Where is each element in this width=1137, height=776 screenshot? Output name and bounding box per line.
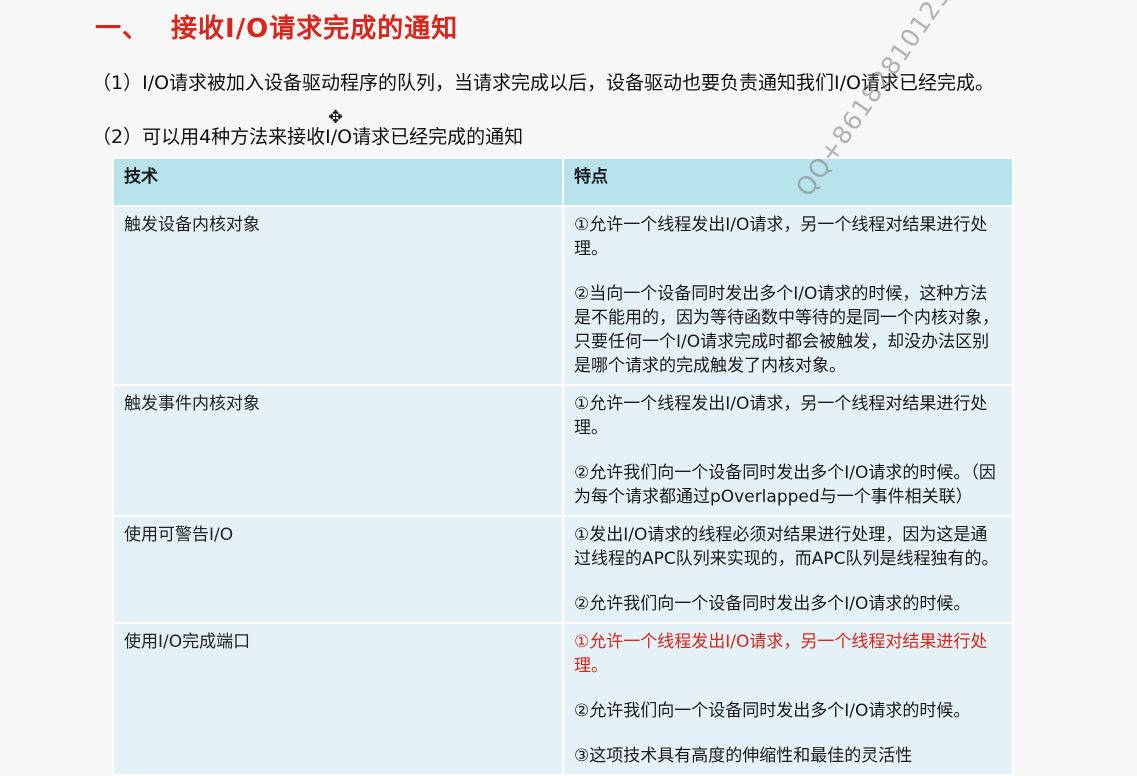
table-row: 触发设备内核对象 ①允许一个线程发出I/O请求，另一个线程对结果进行处理。 ②当… <box>112 205 1014 386</box>
features-cell: ①发出I/O请求的线程必须对结果进行处理，因为这是通过线程的APC队列来实现的，… <box>562 515 1014 624</box>
table-header-row: 技术 特点 <box>112 157 1014 207</box>
table-row: 使用I/O完成端口 ①允许一个线程发出I/O请求，另一个线程对结果进行处理。 ②… <box>112 622 1014 776</box>
title-text: 接收I/O请求完成的通知 <box>171 14 459 44</box>
header-features: 特点 <box>562 157 1014 207</box>
intro-paragraph-2: （2）可以用4种方法来接收I/O请求已经完成的通知 <box>92 126 524 148</box>
feature-point: ①发出I/O请求的线程必须对结果进行处理，因为这是通过线程的APC队列来实现的，… <box>574 525 999 569</box>
feature-point: ②允许我们向一个设备同时发出多个I/O请求的时候。 <box>574 594 971 614</box>
feature-point: ①允许一个线程发出I/O请求，另一个线程对结果进行处理。 <box>574 215 988 259</box>
header-technique: 技术 <box>112 157 564 207</box>
technique-cell: 触发设备内核对象 <box>112 205 564 386</box>
features-cell: ①允许一个线程发出I/O请求，另一个线程对结果进行处理。 ②允许我们向一个设备同… <box>562 622 1014 776</box>
table-row: 触发事件内核对象 ①允许一个线程发出I/O请求，另一个线程对结果进行处理。 ②允… <box>112 384 1014 517</box>
feature-point: ②当向一个设备同时发出多个I/O请求的时候，这种方法是不能用的，因为等待函数中等… <box>574 284 999 376</box>
table-row: 使用可警告I/O ①发出I/O请求的线程必须对结果进行处理，因为这是通过线程的A… <box>112 515 1014 624</box>
techniques-table: 技术 特点 触发设备内核对象 ①允许一个线程发出I/O请求，另一个线程对结果进行… <box>112 157 1014 776</box>
technique-cell: 触发事件内核对象 <box>112 384 564 517</box>
title-number: 一、 <box>95 14 150 44</box>
features-cell: ①允许一个线程发出I/O请求，另一个线程对结果进行处理。 ②允许我们向一个设备同… <box>562 384 1014 517</box>
features-cell: ①允许一个线程发出I/O请求，另一个线程对结果进行处理。 ②当向一个设备同时发出… <box>562 205 1014 386</box>
slide-title: 一、 接收I/O请求完成的通知 <box>95 8 458 45</box>
feature-point: ②允许我们向一个设备同时发出多个I/O请求的时候。 <box>574 701 971 721</box>
technique-cell: 使用可警告I/O <box>112 515 564 624</box>
move-cursor-icon: ✥ <box>328 107 344 128</box>
feature-point: ①允许一个线程发出I/O请求，另一个线程对结果进行处理。 <box>574 394 988 438</box>
feature-point: ②允许我们向一个设备同时发出多个I/O请求的时候。（因为每个请求都通过pOver… <box>574 463 996 507</box>
technique-cell: 使用I/O完成端口 <box>112 622 564 776</box>
feature-point: ③这项技术具有高度的伸缩性和最佳的灵活性 <box>574 746 913 766</box>
feature-point-highlighted: ①允许一个线程发出I/O请求，另一个线程对结果进行处理。 <box>574 632 988 676</box>
